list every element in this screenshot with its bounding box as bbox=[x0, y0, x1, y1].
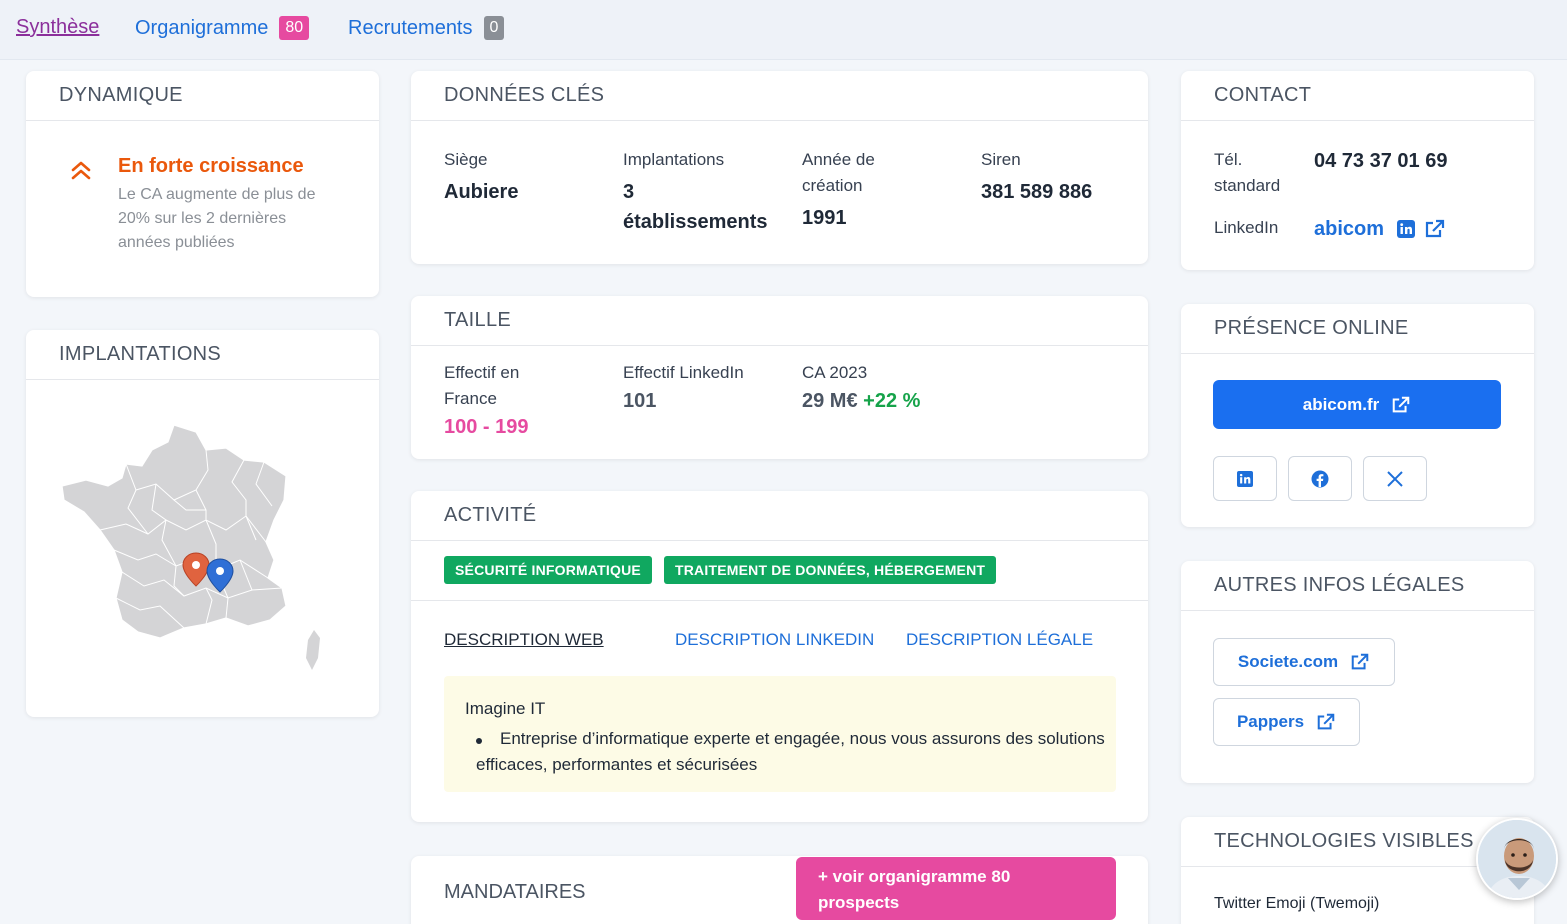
dynamique-card: DYNAMIQUE En forte croissance Le CA augm… bbox=[26, 71, 379, 297]
tab-synthese[interactable]: Synthèse bbox=[16, 16, 99, 39]
societe-link-label: Societe.com bbox=[1237, 652, 1339, 671]
ca-label: CA 2023 bbox=[802, 363, 868, 382]
recrutements-count-badge: 0 bbox=[483, 16, 505, 40]
mandataires-card: MANDATAIRES + voir organigramme 80 prosp… bbox=[411, 856, 1148, 924]
linkedin-label: LinkedIn bbox=[1214, 218, 1279, 237]
divider bbox=[411, 600, 1148, 601]
person-avatar-icon bbox=[1478, 820, 1556, 898]
annee-creation-label: Année de création bbox=[802, 150, 875, 195]
linkedin-link[interactable]: abicom bbox=[1314, 214, 1384, 244]
ca-growth: +22 % bbox=[863, 390, 921, 412]
website-button[interactable]: abicom.fr bbox=[1213, 380, 1501, 429]
x-twitter-icon bbox=[1386, 470, 1404, 488]
tab-synthese-label: Synthèse bbox=[16, 16, 100, 38]
ca-value: 29 M€ bbox=[802, 390, 858, 412]
ca-value-row: 29 M€ +22 % bbox=[802, 387, 920, 415]
pappers-link-button[interactable]: Pappers bbox=[1213, 698, 1360, 746]
autres-infos-legales-title: AUTRES INFOS LÉGALES bbox=[1181, 561, 1534, 611]
effectif-linkedin-label: Effectif LinkedIn bbox=[623, 363, 744, 382]
organigramme-count-badge: 80 bbox=[279, 16, 310, 40]
tab-description-legale[interactable]: DESCRIPTION LÉGALE bbox=[906, 630, 1093, 650]
activity-tag: SÉCURITÉ INFORMATIQUE bbox=[444, 556, 652, 584]
tab-organigramme[interactable]: Organigramme 80 bbox=[135, 16, 310, 40]
mandataires-title: MANDATAIRES bbox=[444, 881, 586, 903]
effectif-france-label: Effectif en France bbox=[444, 363, 520, 408]
pappers-link-label: Pappers bbox=[1236, 712, 1305, 731]
voir-organigramme-button[interactable]: + voir organigramme 80 prospects bbox=[796, 857, 1116, 920]
activite-title: ACTIVITÉ bbox=[411, 491, 1148, 541]
siege-label: Siège bbox=[444, 150, 488, 169]
taille-title: TAILLE bbox=[411, 296, 1148, 346]
tel-label: Tél. standard bbox=[1214, 150, 1281, 195]
tab-recrutements[interactable]: Recrutements 0 bbox=[348, 16, 505, 40]
tab-recrutements-label: Recrutements bbox=[348, 16, 473, 39]
siege-value: Aubiere bbox=[444, 181, 519, 203]
activity-tag: TRAITEMENT DE DONNÉES, HÉBERGEMENT bbox=[664, 556, 997, 584]
external-link-icon bbox=[1350, 652, 1370, 672]
external-link-icon[interactable] bbox=[1424, 218, 1446, 240]
external-link-icon bbox=[1316, 712, 1336, 732]
taille-card: TAILLE Effectif en France 100 - 199 Effe… bbox=[411, 296, 1148, 459]
implantations-title: IMPLANTATIONS bbox=[26, 330, 379, 380]
autres-infos-legales-card: AUTRES INFOS LÉGALES Societe.com Pappers bbox=[1181, 561, 1534, 783]
effectif-linkedin-value: 101 bbox=[623, 390, 657, 412]
linkedin-icon bbox=[1237, 470, 1253, 487]
dynamique-status: En forte croissance bbox=[118, 155, 304, 177]
societe-link-button[interactable]: Societe.com bbox=[1213, 638, 1395, 686]
linkedin-social-button[interactable] bbox=[1213, 456, 1277, 501]
support-chat-avatar[interactable] bbox=[1476, 818, 1558, 900]
tab-description-web[interactable]: DESCRIPTION WEB bbox=[444, 630, 604, 650]
description-box: Imagine IT Entreprise d’informatique exp… bbox=[444, 676, 1116, 792]
implantations-label: Implantations bbox=[623, 150, 725, 169]
effectif-france-value: 100 - 199 bbox=[444, 416, 529, 438]
description-bullet: Entreprise d’informatique experte et eng… bbox=[476, 729, 1105, 774]
contact-card: CONTACT Tél. standard 04 73 37 01 69 Lin… bbox=[1181, 71, 1534, 270]
implantations-card: IMPLANTATIONS bbox=[26, 330, 379, 717]
linkedin-icon[interactable] bbox=[1397, 220, 1415, 238]
annee-creation-value: 1991 bbox=[802, 207, 847, 229]
contact-title: CONTACT bbox=[1181, 71, 1534, 121]
dynamique-title: DYNAMIQUE bbox=[26, 71, 379, 121]
tel-value[interactable]: 04 73 37 01 69 bbox=[1314, 146, 1447, 176]
implantations-value: 3 établissements bbox=[623, 181, 768, 233]
activite-card: ACTIVITÉ SÉCURITÉ INFORMATIQUE TRAITEMEN… bbox=[411, 491, 1148, 822]
technology-item: Twitter Emoji (Twemoji) bbox=[1214, 895, 1380, 912]
donnees-cles-card: DONNÉES CLÉS Siège Aubiere Implantations… bbox=[411, 71, 1148, 264]
external-link-icon bbox=[1391, 395, 1411, 415]
france-map[interactable] bbox=[56, 420, 331, 675]
siren-value: 381 589 886 bbox=[981, 181, 1093, 203]
top-navigation: Synthèse Organigramme 80 Recrutements 0 bbox=[0, 0, 1567, 60]
facebook-social-button[interactable] bbox=[1288, 456, 1352, 501]
description-title: Imagine IT bbox=[465, 699, 546, 718]
dynamique-description: Le CA augmente de plus de 20% sur les 2 … bbox=[118, 186, 316, 251]
presence-online-card: PRÉSENCE ONLINE abicom.fr bbox=[1181, 304, 1534, 527]
website-label: abicom.fr bbox=[1302, 394, 1380, 414]
presence-online-title: PRÉSENCE ONLINE bbox=[1181, 304, 1534, 354]
double-chevron-up-icon bbox=[70, 159, 92, 181]
tab-description-linkedin[interactable]: DESCRIPTION LINKEDIN bbox=[675, 630, 874, 650]
siren-label: Siren bbox=[981, 150, 1021, 169]
tab-organigramme-label: Organigramme bbox=[135, 16, 269, 39]
donnees-cles-title: DONNÉES CLÉS bbox=[411, 71, 1148, 121]
facebook-icon bbox=[1311, 470, 1329, 488]
x-social-button[interactable] bbox=[1363, 456, 1427, 501]
